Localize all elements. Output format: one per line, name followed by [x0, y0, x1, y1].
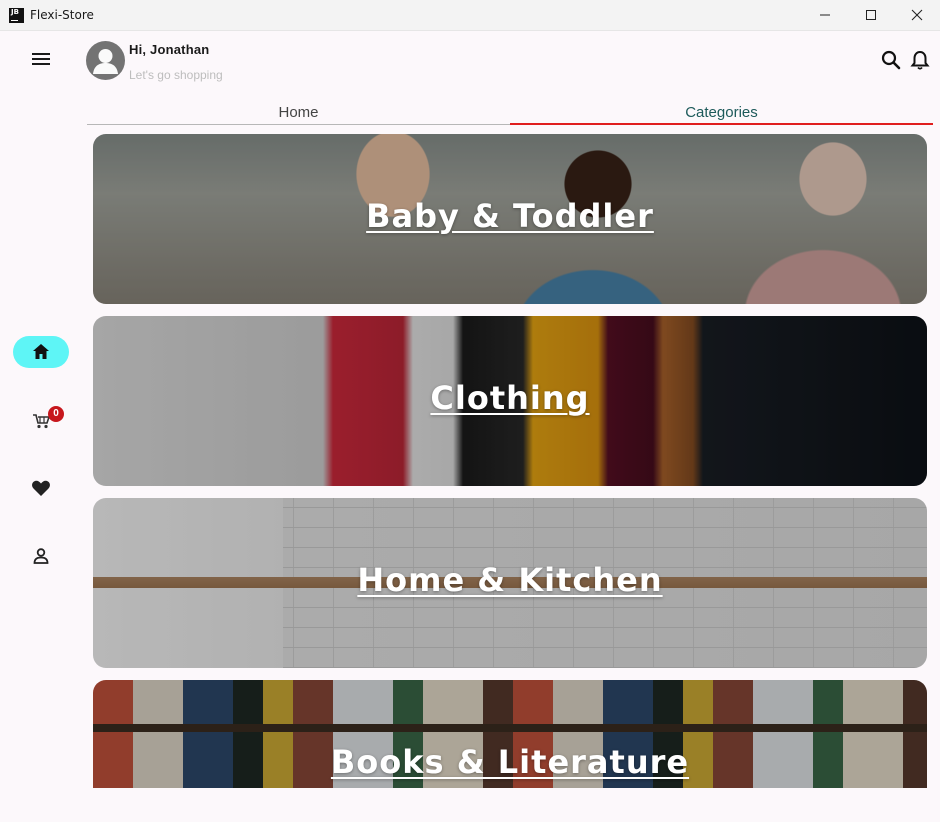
nav-item-home[interactable]	[13, 336, 69, 368]
tab-categories[interactable]: Categories	[510, 101, 933, 125]
person-icon	[33, 548, 49, 564]
minimize-icon	[820, 14, 830, 16]
category-title: Books & Literature	[330, 743, 690, 781]
close-button[interactable]	[894, 0, 940, 31]
hamburger-menu-icon	[32, 53, 50, 65]
title-bar: JB Flexi-Store	[0, 0, 940, 31]
category-title: Home & Kitchen	[357, 561, 663, 599]
heart-icon	[32, 480, 50, 496]
search-icon	[881, 50, 901, 70]
cart-badge: 0	[48, 406, 64, 422]
maximize-icon	[866, 10, 876, 20]
minimize-button[interactable]	[802, 0, 848, 31]
category-card-home-kitchen[interactable]: Home & Kitchen	[93, 498, 927, 668]
notifications-button[interactable]	[909, 49, 931, 71]
category-card-books-literature[interactable]: Books & Literature	[93, 680, 927, 788]
nav-item-cart[interactable]: 0	[13, 404, 69, 436]
nav-item-profile[interactable]	[13, 540, 69, 572]
tab-bar: Home Categories	[87, 101, 933, 125]
greeting-subtitle: Let's go shopping	[129, 68, 223, 82]
avatar[interactable]	[86, 41, 125, 80]
category-title: Baby & Toddler	[366, 197, 654, 235]
close-icon	[911, 9, 923, 21]
avatar-person-icon	[93, 49, 118, 74]
home-icon	[33, 344, 49, 359]
category-card-clothing[interactable]: Clothing	[93, 316, 927, 486]
category-title: Clothing	[430, 379, 590, 417]
menu-button[interactable]	[26, 45, 56, 75]
nav-item-favorites[interactable]	[13, 472, 69, 504]
bell-icon	[910, 50, 930, 70]
tab-home[interactable]: Home	[87, 101, 510, 125]
maximize-button[interactable]	[848, 0, 894, 31]
search-button[interactable]	[880, 49, 902, 71]
app-logo-icon: JB	[9, 8, 24, 23]
greeting-text: Hi, Jonathan	[129, 42, 210, 57]
category-card-baby-toddler[interactable]: Baby & Toddler	[93, 134, 927, 304]
category-list[interactable]: Baby & Toddler Clothing Home & Kitchen B…	[93, 134, 927, 788]
window-title: Flexi-Store	[30, 8, 94, 22]
